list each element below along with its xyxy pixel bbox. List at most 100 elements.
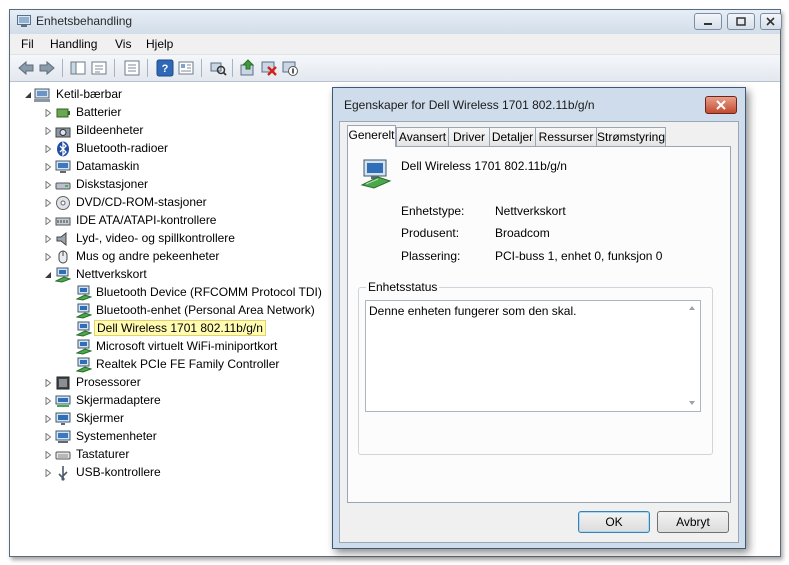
menu-file[interactable]: Fil [21,37,34,51]
scroll-arrows-icon [689,306,695,405]
usb-icon [58,466,68,481]
tree-category-label: Skjermadaptere [76,393,161,407]
location-label: Plassering: [401,249,461,263]
tree-category-network[interactable]: Nettverkskort [44,266,334,284]
collapsed-arrow-icon[interactable] [44,379,52,387]
tree-category-usb[interactable]: USB-kontrollere [44,464,334,482]
minimize-button[interactable] [694,13,722,30]
device-status-group: Enhetsstatus Denne enheten fungerer som … [358,280,713,455]
scan-hardware-icon[interactable] [209,59,227,77]
tree-root[interactable]: Ketil-bærbar [24,86,324,104]
properties-dialog: Egenskaper for Dell Wireless 1701 802.11… [332,87,746,549]
uninstall-icon[interactable] [260,59,278,77]
collapsed-arrow-icon[interactable] [44,145,52,153]
tree-category-dvd[interactable]: DVD/CD-ROM-stasjoner [44,194,334,212]
tree-root-label: Ketil-bærbar [56,87,123,101]
tree-device-2[interactable]: Dell Wireless 1701 802.11b/g/n [76,320,336,338]
collapsed-arrow-icon[interactable] [44,163,52,171]
collapsed-arrow-icon[interactable] [44,109,52,117]
show-hide-console-tree-icon[interactable] [69,59,87,77]
tree-device-label: Dell Wireless 1701 802.11b/g/n [94,320,266,336]
device-status-text: Denne enheten fungerer som den skal. [369,304,577,318]
tab-driver[interactable]: Driver [448,127,490,146]
collapsed-arrow-icon[interactable] [44,127,52,135]
toolbar: ? [10,55,780,82]
tab-power-management[interactable]: Strømstyring [596,127,666,146]
window-title: Enhetsbehandling [36,14,133,28]
tree-category-label: Systemenheter [76,429,157,443]
maximize-button[interactable] [727,13,755,30]
tab-resources[interactable]: Ressurser [535,127,597,146]
tab-advanced[interactable]: Avansert [396,127,449,146]
cancel-button[interactable]: Avbryt [657,511,729,533]
tree-device-3[interactable]: Microsoft virtuelt WiFi-miniportkort [76,338,336,356]
network-adapter-icon [360,159,392,189]
network-adapter-icon [76,339,92,355]
tree-category-label: Skjermer [76,411,125,425]
disable-device-icon[interactable] [281,59,299,77]
collapsed-arrow-icon[interactable] [44,199,52,207]
location-value: PCI-buss 1, enhet 0, funksjon 0 [495,249,663,263]
tree-category-label: Datamaskin [76,159,140,173]
device-status-title: Enhetsstatus [366,280,440,294]
device-tree: Ketil-bærbar Batterier Bildeenheter Blueto… [10,82,340,556]
collapsed-arrow-icon[interactable] [44,181,52,189]
tree-category-battery[interactable]: Batterier [44,104,334,122]
tab-general[interactable]: Generelt [347,125,396,147]
tree-device-0[interactable]: Bluetooth Device (RFCOMM Protocol TDI) [76,284,336,302]
close-icon [766,17,775,26]
tree-device-label: Bluetooth Device (RFCOMM Protocol TDI) [96,285,322,299]
tree-device-label: Realtek PCIe FE Family Controller [96,357,280,371]
back-arrow-icon[interactable] [17,59,35,77]
collapsed-arrow-icon[interactable] [44,397,52,405]
device-status-textbox[interactable]: Denne enheten fungerer som den skal. [365,300,701,412]
collapsed-arrow-icon[interactable] [44,451,52,459]
dialog-body: Generelt Avansert Driver Detaljer Ressur… [339,121,739,543]
collapsed-arrow-icon[interactable] [44,253,52,261]
tree-device-1[interactable]: Bluetooth-enhet (Personal Area Network) [76,302,336,320]
tree-device-4[interactable]: Realtek PCIe FE Family Controller [76,356,336,374]
tree-category-mouse[interactable]: Mus og andre pekeenheter [44,248,334,266]
tree-category-computer[interactable]: Datamaskin [44,158,334,176]
tree-category-camera[interactable]: Bildeenheter [44,122,334,140]
up-one-level-icon[interactable] [90,59,108,77]
expanded-arrow-icon[interactable] [44,271,52,279]
tree-category-disk[interactable]: Diskstasjoner [44,176,334,194]
tree-category-cpu[interactable]: Prosessorer [44,374,334,392]
ok-button[interactable]: OK [578,511,650,533]
tree-category-display-adapter[interactable]: Skjermadaptere [44,392,334,410]
manufacturer-value: Broadcom [495,226,550,240]
expanded-arrow-icon[interactable] [24,91,32,99]
tree-category-keyboard[interactable]: Tastaturer [44,446,334,464]
collapsed-arrow-icon[interactable] [44,433,52,441]
properties-icon[interactable] [123,59,141,77]
forward-arrow-icon[interactable] [38,59,56,77]
dialog-close-button[interactable] [705,96,737,114]
tree-category-system[interactable]: Systemenheter [44,428,334,446]
tree-category-ide[interactable]: IDE ATA/ATAPI-kontrollere [44,212,334,230]
dialog-title: Egenskaper for Dell Wireless 1701 802.11… [344,98,595,112]
collapsed-arrow-icon[interactable] [44,469,52,477]
tree-category-label: Bluetooth-radioer [76,141,169,155]
network-adapter-icon [76,321,92,337]
tree-category-bluetooth[interactable]: Bluetooth-radioer [44,140,334,158]
tab-details[interactable]: Detaljer [489,127,536,146]
update-driver-icon[interactable] [239,59,257,77]
svg-text:?: ? [162,63,169,75]
tree-category-audio[interactable]: Lyd-, video- og spillkontrollere [44,230,334,248]
keyboard-icon [55,451,71,460]
bluetooth-icon [57,141,69,157]
collapsed-arrow-icon[interactable] [44,415,52,423]
menu-view[interactable]: Vis [115,37,131,51]
menu-help[interactable]: Hjelp [146,37,173,51]
help-icon[interactable]: ? [156,59,174,77]
device-manager-icon [17,15,31,27]
status-scrollbar[interactable] [684,301,700,411]
tree-category-label: USB-kontrollere [76,465,161,479]
close-button[interactable] [760,13,782,30]
tree-category-monitor[interactable]: Skjermer [44,410,334,428]
menu-action[interactable]: Handling [50,37,97,51]
collapsed-arrow-icon[interactable] [44,235,52,243]
collapsed-arrow-icon[interactable] [44,217,52,225]
view-icon[interactable] [177,59,195,77]
